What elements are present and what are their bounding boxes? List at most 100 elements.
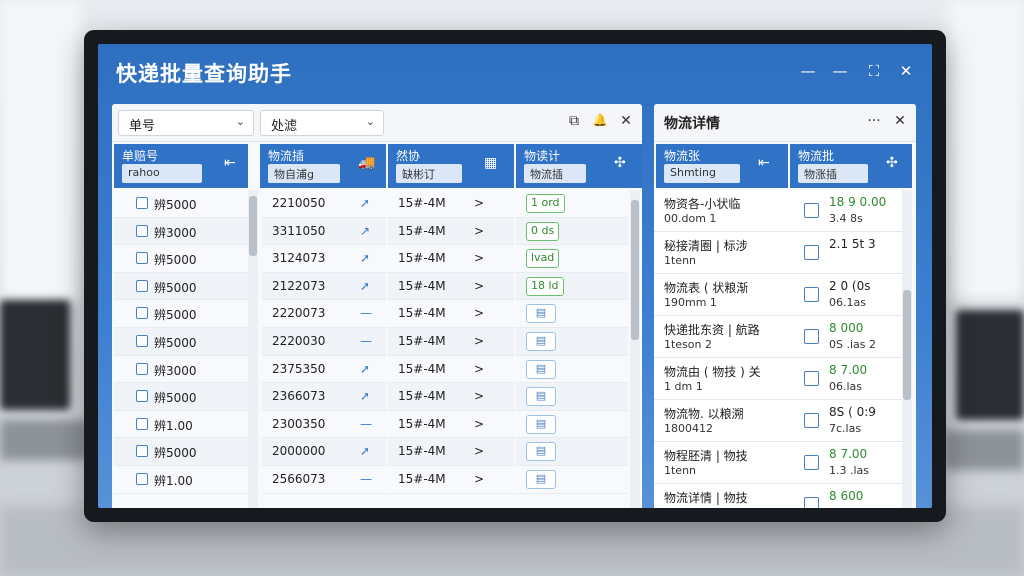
table-row[interactable]: ▤ [516,327,628,356]
expand-arrow-icon[interactable]: > [474,196,484,210]
table-row[interactable]: 2220030 — [262,327,386,356]
table-row[interactable]: 1 ord [516,190,628,218]
detail-checkbox[interactable] [804,287,819,302]
detail-row[interactable]: 物流详情 | 物技 8 600 [654,484,904,508]
table-row[interactable]: 辨5000 [114,190,248,218]
table-row[interactable]: 辨3000 [114,217,248,246]
table-row[interactable]: 辨5000 [114,245,248,273]
bell-icon[interactable]: 🔔 [590,113,610,127]
row-checkbox[interactable] [136,307,148,320]
detail-row[interactable]: 物流由 ( 物技 ) 关1 dm 1 8 7.00 06.las [654,358,904,400]
column-filter-input[interactable]: 物自浦g [268,164,340,183]
scrollbar-thumb[interactable] [249,196,257,256]
table-row[interactable]: ▤ [516,383,628,411]
table-row[interactable]: 15#-4M > [388,327,514,356]
table-row[interactable]: 15#-4M > [388,272,514,301]
scrollbar[interactable] [902,190,912,508]
detail-checkbox[interactable] [804,497,819,508]
detail-checkbox[interactable] [804,455,819,470]
tracking-number-dropdown[interactable]: 单号 ⌄ [118,110,254,136]
detail-row[interactable]: 快递批东资 | 航路 1teson 2 8 000 0S .ias 2 [654,316,904,358]
table-row[interactable]: 15#-4M > [388,411,514,439]
minimize-button[interactable]: — [796,62,820,80]
detail-column-header-1[interactable]: 物流张 Shmting ⇤ [656,144,788,188]
collapse-icon[interactable]: ⇤ [758,155,770,171]
table-row[interactable]: 15#-4M > [388,466,514,494]
expand-arrow-icon[interactable]: > [474,472,484,486]
close-window-button[interactable]: ✕ [894,62,918,80]
table-row[interactable]: 0 ds [516,217,628,246]
copy-icon[interactable]: ⧉ [564,113,584,129]
row-checkbox[interactable] [136,279,148,292]
column-header-time[interactable]: 然协 缺彬订 ▦ [388,144,514,188]
column-filter-input[interactable]: rahoo [122,164,202,183]
detail-checkbox[interactable] [804,329,819,344]
expand-arrow-icon[interactable]: > [474,362,484,376]
expand-arrow-icon[interactable]: > [474,279,484,293]
status-button[interactable]: ▤ [526,304,556,324]
table-row[interactable]: 辨1.00 [114,411,248,439]
scrollbar-thumb[interactable] [903,290,911,400]
table-row[interactable]: 2220073 — [262,300,386,328]
detail-row[interactable]: 物流物. 以粮溯 1800412 8S ( 0:9 7c.las [654,400,904,442]
column-filter-input[interactable]: 物流插 [524,164,586,183]
expand-arrow-icon[interactable]: > [474,306,484,320]
collapse-icon[interactable]: ⇤ [224,155,236,171]
table-row[interactable]: 2300350 — [262,411,386,439]
table-row[interactable]: 辨5000 [114,272,248,301]
status-button[interactable]: ▤ [526,442,556,462]
scrollbar[interactable] [630,190,640,508]
settings-icon[interactable]: ✣ [614,155,626,171]
column-header-logistics[interactable]: 物流插 物自浦g 🚚 [260,144,386,188]
status-button[interactable]: ▤ [526,359,556,379]
row-checkbox[interactable] [136,224,148,237]
status-button[interactable]: ▤ [526,469,556,489]
detail-checkbox[interactable] [804,371,819,386]
expand-arrow-icon[interactable]: > [474,417,484,431]
expand-arrow-icon[interactable]: > [474,444,484,458]
column-filter-input[interactable]: 物涨插 [798,164,868,183]
status-button[interactable]: ▤ [526,414,556,434]
row-checkbox[interactable] [136,390,148,403]
barcode-icon[interactable]: ▦ [484,155,497,171]
row-checkbox[interactable] [136,472,148,485]
table-row[interactable]: 辨5000 [114,300,248,328]
detail-checkbox[interactable] [804,203,819,218]
table-row[interactable]: 15#-4M > [388,383,514,411]
table-row[interactable]: 15#-4M > [388,217,514,246]
detail-row[interactable]: 秘接清圈 | 标涉 1tenn 2.1 5t 3 [654,232,904,274]
more-icon[interactable]: ··· [864,113,884,129]
detail-row[interactable]: 物流表 ( 状粮渐 190mm 1 2 0 (0s 06.1as [654,274,904,316]
table-row[interactable]: 15#-4M > [388,438,514,466]
detail-checkbox[interactable] [804,245,819,260]
table-row[interactable]: 3124073 ➚ [262,245,386,273]
table-row[interactable]: ▤ [516,466,628,494]
table-row[interactable]: 15#-4M > [388,300,514,328]
table-row[interactable]: 辨5000 [114,383,248,411]
fullscreen-button[interactable]: ⛶ [862,62,886,80]
table-row[interactable]: 2366073 ➚ [262,383,386,411]
table-row[interactable]: lvad [516,245,628,273]
column-header-number[interactable]: 单赔号 rahoo ⇤ [114,144,248,188]
expand-arrow-icon[interactable]: > [474,224,484,238]
table-row[interactable]: 15#-4M > [388,356,514,384]
scrollbar[interactable] [248,190,258,508]
expand-arrow-icon[interactable]: > [474,251,484,265]
expand-arrow-icon[interactable]: > [474,389,484,403]
scrollbar-thumb[interactable] [631,200,639,340]
row-checkbox[interactable] [136,334,148,347]
status-button[interactable]: ▤ [526,331,556,351]
row-checkbox[interactable] [136,362,148,375]
table-row[interactable]: ▤ [516,411,628,439]
table-row[interactable]: 15#-4M > [388,190,514,218]
detail-row[interactable]: 物资各-小状临 00.dom 1 18 9 0.00 3.4 8s [654,190,904,232]
settings-icon[interactable]: ✣ [886,155,898,171]
column-filter-input[interactable]: 缺彬订 [396,164,462,183]
table-row[interactable]: 辨3000 [114,356,248,384]
detail-column-header-2[interactable]: 物流批 物涨插 ✣ [790,144,912,188]
expand-arrow-icon[interactable]: > [474,334,484,348]
table-row[interactable]: 2375350 ➚ [262,356,386,384]
detail-row[interactable]: 物程胚清 | 物技 1tenn 8 7.00 1.3 .las [654,442,904,484]
table-row[interactable]: 辨5000 [114,327,248,356]
status-button[interactable]: 18 ld [526,276,564,296]
